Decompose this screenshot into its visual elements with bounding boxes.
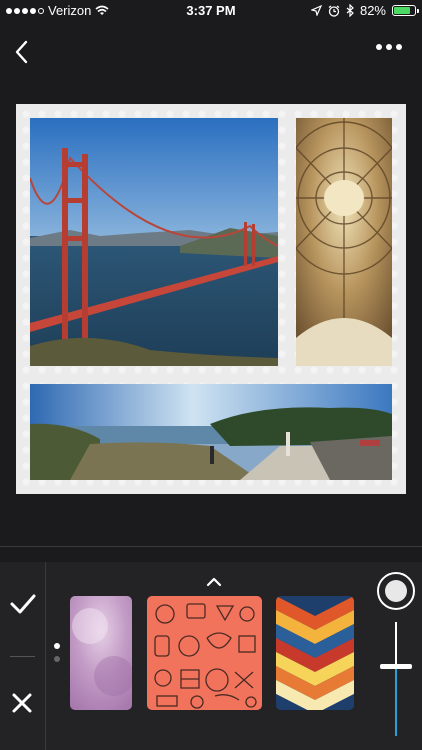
- collage-canvas[interactable]: [16, 104, 406, 494]
- close-icon: [12, 693, 32, 713]
- slider-track[interactable]: [395, 622, 397, 666]
- confirm-button[interactable]: [9, 592, 37, 621]
- cancel-button[interactable]: [11, 692, 33, 719]
- back-button[interactable]: [12, 38, 36, 66]
- chevron-left-icon: [15, 40, 28, 64]
- checkmark-icon: [10, 594, 36, 614]
- more-options-button[interactable]: [376, 44, 402, 50]
- coastal-panorama-photo[interactable]: [30, 384, 392, 480]
- color-preview-button[interactable]: [377, 572, 415, 610]
- chevron-multicolor-pattern[interactable]: [276, 596, 354, 710]
- watercolor-purple-pattern[interactable]: [70, 596, 132, 710]
- battery-percent: 82%: [359, 3, 386, 18]
- battery-icon: [392, 5, 419, 16]
- panel-divider: [0, 546, 422, 547]
- status-bar: Verizon 3:37 PM 82%: [0, 0, 422, 22]
- doodle-orange-pattern[interactable]: [147, 596, 262, 710]
- golden-gate-bridge-photo[interactable]: [30, 118, 278, 366]
- chevron-up-icon: [206, 577, 222, 587]
- slider-thumb[interactable]: [380, 664, 412, 669]
- bluetooth-icon: [346, 4, 354, 17]
- expand-panel-button[interactable]: [206, 574, 222, 592]
- action-separator: [10, 656, 35, 657]
- action-column-divider: [45, 562, 46, 750]
- slider-track-filled[interactable]: [395, 666, 397, 736]
- ellipsis-icon: [376, 44, 382, 50]
- location-icon: [310, 5, 322, 16]
- rotunda-dome-photo[interactable]: [296, 118, 392, 366]
- page-indicator: [54, 643, 60, 669]
- alarm-icon: [328, 5, 340, 17]
